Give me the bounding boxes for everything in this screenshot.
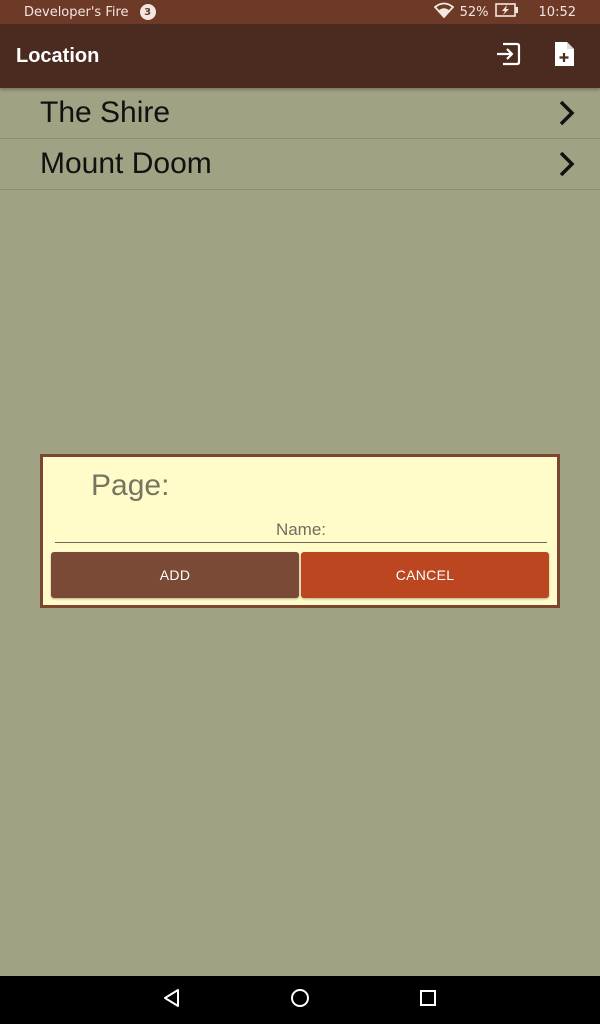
battery-percent: 52% — [459, 4, 489, 20]
list-item-the-shire[interactable]: The Shire — [0, 88, 600, 139]
location-list: The Shire Mount Doom — [0, 88, 600, 190]
new-file-icon — [553, 41, 575, 71]
wifi-icon — [433, 2, 454, 22]
name-input[interactable] — [55, 517, 547, 543]
cancel-button[interactable]: CANCEL — [301, 552, 549, 598]
back-button[interactable] — [160, 988, 184, 1012]
import-button[interactable] — [492, 40, 524, 72]
recents-icon — [418, 988, 438, 1012]
notification-count-badge: 3 — [139, 4, 156, 20]
status-bar: Developer's Fire 3 52% 10:52 — [0, 0, 600, 24]
home-icon — [290, 988, 310, 1012]
add-button[interactable]: ADD — [51, 552, 299, 598]
page-title: Location — [16, 45, 100, 67]
list-item-label: Mount Doom — [40, 147, 212, 180]
add-page-dialog: Page: ADD CANCEL — [40, 454, 560, 608]
navigation-bar — [0, 976, 600, 1024]
list-item-mount-doom[interactable]: Mount Doom — [0, 139, 600, 190]
recents-button[interactable] — [416, 988, 440, 1012]
chevron-right-icon — [558, 100, 576, 130]
back-icon — [162, 988, 182, 1012]
status-app-name: Developer's Fire — [24, 4, 129, 20]
battery-charging-icon — [494, 3, 519, 21]
dialog-title: Page: — [91, 469, 170, 502]
home-button[interactable] — [288, 988, 312, 1012]
chevron-right-icon — [558, 151, 576, 181]
clock: 10:52 — [538, 4, 576, 20]
list-item-label: The Shire — [40, 96, 171, 129]
import-icon — [495, 42, 521, 70]
app-bar: Location — [0, 24, 600, 88]
new-page-button[interactable] — [548, 40, 580, 72]
